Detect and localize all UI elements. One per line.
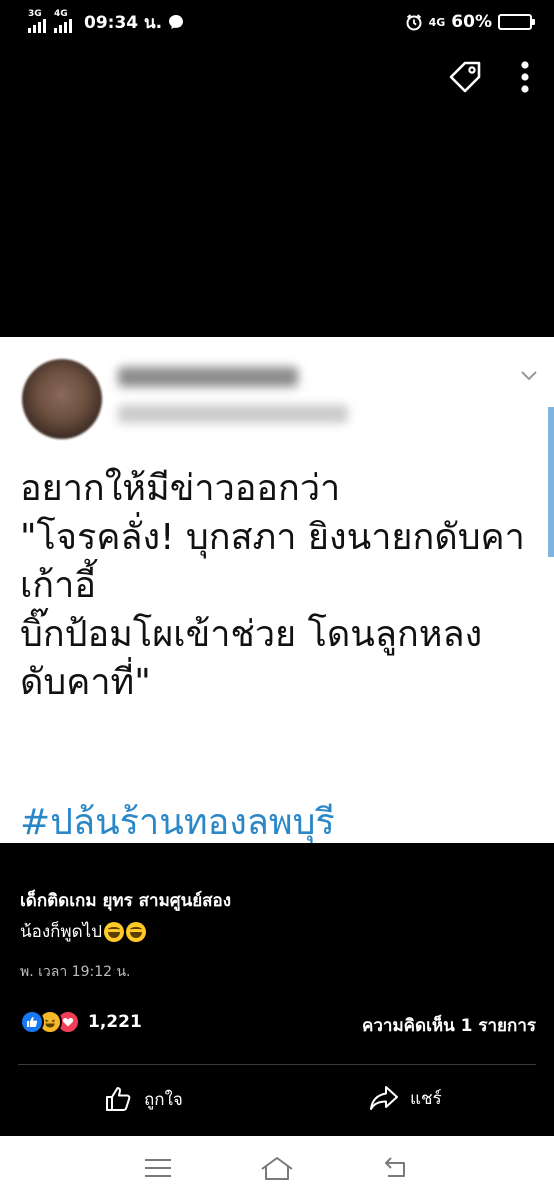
home-icon[interactable] bbox=[259, 1155, 295, 1181]
scroll-indicator bbox=[548, 407, 554, 557]
blurred-handle bbox=[118, 405, 348, 423]
reactions-summary[interactable]: 1,221 bbox=[20, 1010, 142, 1034]
alarm-icon bbox=[405, 13, 423, 31]
top-actions bbox=[446, 58, 530, 96]
tag-icon[interactable] bbox=[446, 58, 484, 96]
share-button[interactable]: แชร์ bbox=[368, 1084, 442, 1112]
divider bbox=[18, 1064, 536, 1065]
signal-icon: 4G bbox=[54, 9, 72, 33]
post-timestamp: พ. เวลา 19:12 น. bbox=[20, 964, 131, 980]
navigation-bar bbox=[0, 1136, 554, 1200]
like-label: ถูกใจ bbox=[144, 1089, 183, 1110]
avatar bbox=[22, 359, 102, 439]
comments-count[interactable]: ความคิดเห็น 1 รายการ bbox=[362, 1012, 536, 1039]
back-icon[interactable] bbox=[382, 1156, 410, 1180]
battery-percent: 60% bbox=[451, 12, 492, 32]
caption-text: น้องก็พูดไป bbox=[20, 922, 103, 942]
signal-2-label: 4G bbox=[54, 9, 68, 19]
post-author[interactable]: เด็กติดเกม ยุทร สามศูนย์สอง bbox=[20, 887, 231, 914]
laughing-emoji-icon bbox=[126, 921, 147, 942]
chevron-down-icon bbox=[520, 367, 538, 386]
messenger-icon bbox=[168, 14, 184, 30]
tweet-text: อยากให้มีข่าวออกว่า "โจรคลั่ง! บุกสภา ยิ… bbox=[20, 468, 525, 703]
thumbs-up-icon bbox=[104, 1084, 134, 1114]
battery-icon bbox=[498, 14, 535, 30]
laughing-emoji-icon bbox=[104, 921, 125, 942]
status-time: 09:34 น. bbox=[84, 12, 163, 33]
status-left: 3G 4G 09:34 น. bbox=[28, 9, 184, 36]
blurred-name bbox=[118, 367, 298, 387]
status-bar: 3G 4G 09:34 น. 4G 60% bbox=[0, 0, 554, 44]
share-label: แชร์ bbox=[410, 1088, 442, 1109]
post-image[interactable]: อยากให้มีข่าวออกว่า "โจรคลั่ง! บุกสภา ยิ… bbox=[0, 337, 554, 843]
more-vertical-icon[interactable] bbox=[520, 60, 530, 94]
share-arrow-icon bbox=[368, 1084, 400, 1112]
signal-1-label: 3G bbox=[28, 9, 42, 19]
hashtag-link[interactable]: #ปล้นร้านทองลพบุรี bbox=[20, 793, 335, 843]
menu-icon[interactable] bbox=[144, 1157, 172, 1179]
network-4g-icon: 4G bbox=[428, 15, 446, 29]
post-caption: น้องก็พูดไป bbox=[20, 918, 147, 945]
signal-icon: 3G bbox=[28, 9, 46, 33]
reaction-count: 1,221 bbox=[88, 1012, 142, 1032]
like-reaction-icon bbox=[20, 1010, 44, 1034]
status-right: 4G 60% bbox=[405, 12, 535, 32]
like-button[interactable]: ถูกใจ bbox=[104, 1084, 183, 1114]
